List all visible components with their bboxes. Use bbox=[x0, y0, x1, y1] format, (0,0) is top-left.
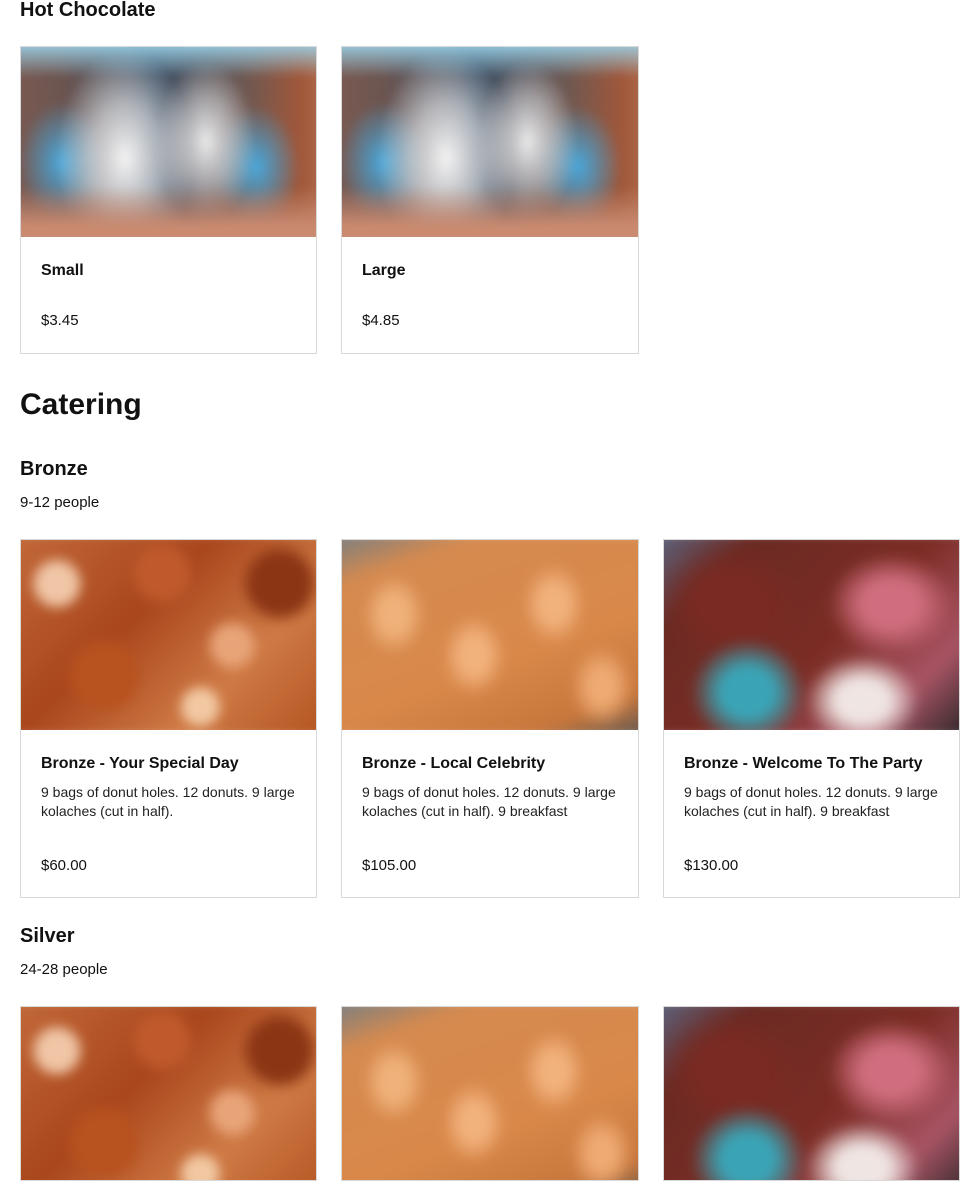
donut-tray-photo bbox=[342, 1007, 638, 1180]
donuts-photo bbox=[21, 1007, 316, 1180]
item-name: Bronze - Welcome To The Party bbox=[684, 755, 923, 772]
section-title-catering: Catering bbox=[20, 388, 142, 421]
item-name: Small bbox=[41, 262, 84, 279]
menu-item-card-small[interactable]: Small $3.45 bbox=[20, 46, 317, 354]
item-name: Bronze - Local Celebrity bbox=[362, 755, 546, 772]
menu-item-card-bronze-local-celebrity[interactable]: Bronze - Local Celebrity 9 bags of donut… bbox=[341, 539, 639, 898]
menu-item-card-silver-1[interactable] bbox=[20, 1006, 317, 1181]
hot-chocolate-photo bbox=[21, 47, 316, 237]
subsection-title-bronze: Bronze bbox=[20, 458, 88, 480]
menu-item-card-bronze-your-special-day[interactable]: Bronze - Your Special Day 9 bags of donu… bbox=[20, 539, 317, 898]
donut-box-photo bbox=[664, 1007, 959, 1180]
menu-item-card-silver-3[interactable] bbox=[663, 1006, 960, 1181]
menu-item-card-bronze-welcome-to-the-party[interactable]: Bronze - Welcome To The Party 9 bags of … bbox=[663, 539, 960, 898]
subsection-subtitle-silver: 24-28 people bbox=[20, 961, 108, 978]
item-price: $4.85 bbox=[362, 312, 400, 329]
item-price: $105.00 bbox=[362, 857, 417, 874]
item-price: $130.00 bbox=[684, 857, 739, 874]
item-description: 9 bags of donut holes. 12 donuts. 9 larg… bbox=[41, 784, 295, 819]
item-price: $60.00 bbox=[41, 857, 87, 874]
item-description: 9 bags of donut holes. 12 donuts. 9 larg… bbox=[362, 784, 616, 819]
section-title-hot-chocolate: Hot Chocolate bbox=[20, 0, 156, 21]
item-name: Large bbox=[362, 262, 406, 279]
hot-chocolate-photo bbox=[342, 47, 638, 237]
item-price: $3.45 bbox=[41, 312, 79, 329]
donut-box-photo bbox=[664, 540, 959, 730]
subsection-title-silver: Silver bbox=[20, 925, 75, 947]
menu-item-card-silver-2[interactable] bbox=[341, 1006, 639, 1181]
menu-item-card-large[interactable]: Large $4.85 bbox=[341, 46, 639, 354]
subsection-subtitle-bronze: 9-12 people bbox=[20, 494, 100, 511]
item-name: Bronze - Your Special Day bbox=[41, 755, 239, 772]
donuts-photo bbox=[21, 540, 316, 730]
donut-tray-photo bbox=[342, 540, 638, 730]
item-description: 9 bags of donut holes. 12 donuts. 9 larg… bbox=[684, 784, 938, 819]
